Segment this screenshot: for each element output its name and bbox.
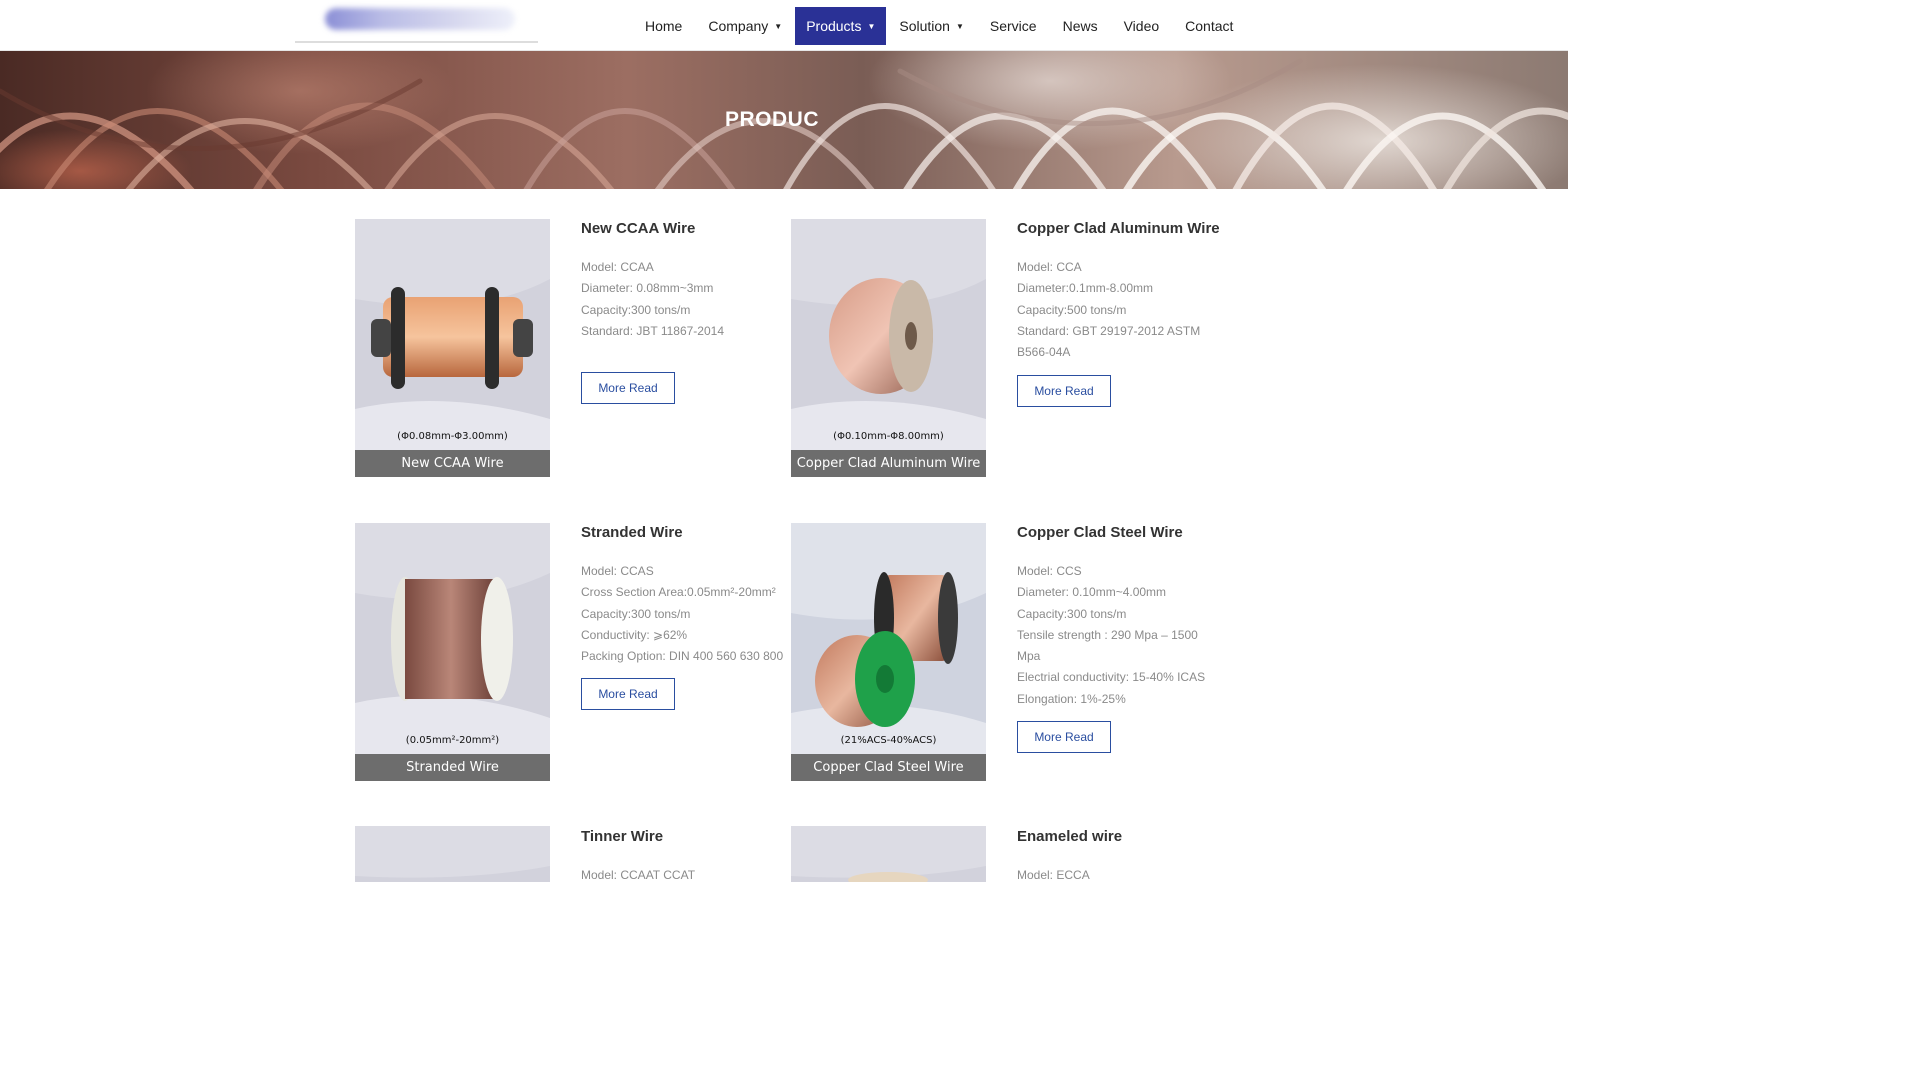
product-image[interactable]: (0.05mm²-20mm²) Stranded Wire [355,523,550,781]
more-read-button[interactable]: More Read [581,678,675,710]
site-logo[interactable] [295,0,538,43]
product-image-caption: Copper Clad Aluminum Wire [791,450,986,477]
more-read-button[interactable]: More Read [1017,375,1111,407]
nav-products-label: Products [806,18,862,34]
product-image[interactable]: (21%ACS-40%ACS) Copper Clad Steel Wire [791,523,986,781]
product-image-spec: (Φ0.08mm-Φ3.00mm) [397,431,508,442]
product-diameter: Diameter: 0.08mm~3mm [581,281,714,296]
more-read-button[interactable]: More Read [581,372,675,404]
spool-ccs-image [815,572,958,727]
product-conductivity: Electrial conductivity: 15-40% ICAS [1017,670,1206,685]
product-capacity: Capacity:300 tons/m [1017,606,1127,621]
product-model: Model: CCAAT CCAT [581,868,696,882]
caret-down-icon: ▼ [867,21,876,31]
nav-company[interactable]: Company ▼ [695,7,795,45]
product-diameter: Diameter: 0.10mm~4.00mm [1017,585,1167,600]
product-standard: Standard: JBT 11867-2014 [581,323,724,338]
nav-news[interactable]: News [1050,7,1111,45]
product-standard: Standard: GBT 29197-2012 ASTM [1017,323,1201,338]
more-read-button[interactable]: More Read [1017,721,1111,753]
nav-company-label: Company [708,18,769,34]
product-image-spec: (0.05mm²-20mm²) [405,735,500,746]
product-model: Model: CCS [1017,564,1082,578]
product-tensile: Tensile strength : 290 Mpa – 1500 [1017,627,1198,642]
product-title[interactable]: Enameled wire [1017,828,1217,845]
page-banner: PRODUCTS [0,51,1568,189]
nav-products[interactable]: Products ▼ [795,7,887,45]
nav-home[interactable]: Home [632,7,695,45]
product-image-caption: New CCAA Wire [355,450,550,477]
caret-down-icon: ▼ [955,21,964,31]
product-info: Copper Clad Aluminum Wire Model: CCA Dia… [1017,220,1220,363]
product-model: Model: CCAA [581,260,654,274]
product-capacity: Capacity:300 tons/m [581,606,691,621]
product-info: Tinner Wire Model: CCAAT CCAT [581,828,781,886]
product-image[interactable]: (Φ0.08mm-Φ3.00mm) New CCAA Wire [355,219,550,477]
nav-service-label: Service [989,18,1037,34]
product-title[interactable]: New CCAA Wire [581,220,781,237]
product-info: Stranded Wire Model: CCAS Cross Section … [581,524,784,667]
spool-stranded-image [391,577,513,701]
product-capacity: Capacity:300 tons/m [581,302,691,317]
image-wave-background [355,826,550,878]
product-title[interactable]: Tinner Wire [581,828,781,845]
product-packing: Packing Option: DIN 400 560 630 800 [581,649,784,664]
product-cross-section: Cross Section Area:0.05mm²-20mm² [581,585,776,600]
nav-contact[interactable]: Contact [1172,7,1246,45]
caret-down-icon: ▼ [774,21,783,31]
product-title[interactable]: Copper Clad Steel Wire [1017,524,1217,541]
image-wave-background [791,826,986,882]
product-tensile-cont: Mpa [1017,649,1041,664]
product-image-spec: (21%ACS-40%ACS) [840,735,937,746]
spool-ccaa-image [371,287,533,389]
product-image-spec: (Φ0.10mm-Φ8.00mm) [833,431,944,442]
product-elongation: Elongation: 1%-25% [1017,691,1126,706]
product-image-caption: Copper Clad Steel Wire [791,754,986,781]
site-header: Home Company ▼ Products ▼ Solution ▼ Servic… [0,0,1568,51]
product-diameter: Diameter:0.1mm-8.00mm [1017,281,1154,296]
product-title[interactable]: Copper Clad Aluminum Wire [1017,220,1220,237]
product-image[interactable]: (Φ0.10mm-Φ8.00mm) Copper Clad Aluminum W… [791,219,986,477]
product-conductivity: Conductivity: ⩾62% [581,627,688,642]
product-model: Model: CCAS [581,564,654,578]
nav-contact-label: Contact [1185,18,1234,34]
product-info: Copper Clad Steel Wire Model: CCS Diamet… [1017,524,1217,710]
product-info: Enameled wire Model: ECCA [1017,828,1217,886]
product-capacity: Capacity:500 tons/m [1017,302,1127,317]
product-model: Model: CCA [1017,260,1082,274]
product-standard-cont: B566-04A [1017,345,1071,360]
product-image[interactable] [791,826,986,882]
product-model: Model: ECCA [1017,868,1090,882]
nav-video-label: Video [1123,18,1160,34]
nav-home-label: Home [645,18,683,34]
spool-cca-image [829,278,933,394]
product-title[interactable]: Stranded Wire [581,524,781,541]
nav-news-label: News [1062,18,1098,34]
nav-solution-label: Solution [899,18,950,34]
main-nav: Home Company ▼ Products ▼ Solution ▼ Servic… [632,7,1246,45]
banner-title: PRODUCTS [725,108,847,132]
product-image-caption: Stranded Wire [355,754,550,781]
nav-service[interactable]: Service [977,7,1050,45]
product-info: New CCAA Wire Model: CCAA Diameter: 0.08… [581,220,781,342]
product-image[interactable] [355,826,550,882]
nav-solution[interactable]: Solution ▼ [886,7,977,45]
logo-image [325,8,515,30]
nav-video[interactable]: Video [1111,7,1173,45]
banner-title-text: PRODUC [725,108,820,131]
